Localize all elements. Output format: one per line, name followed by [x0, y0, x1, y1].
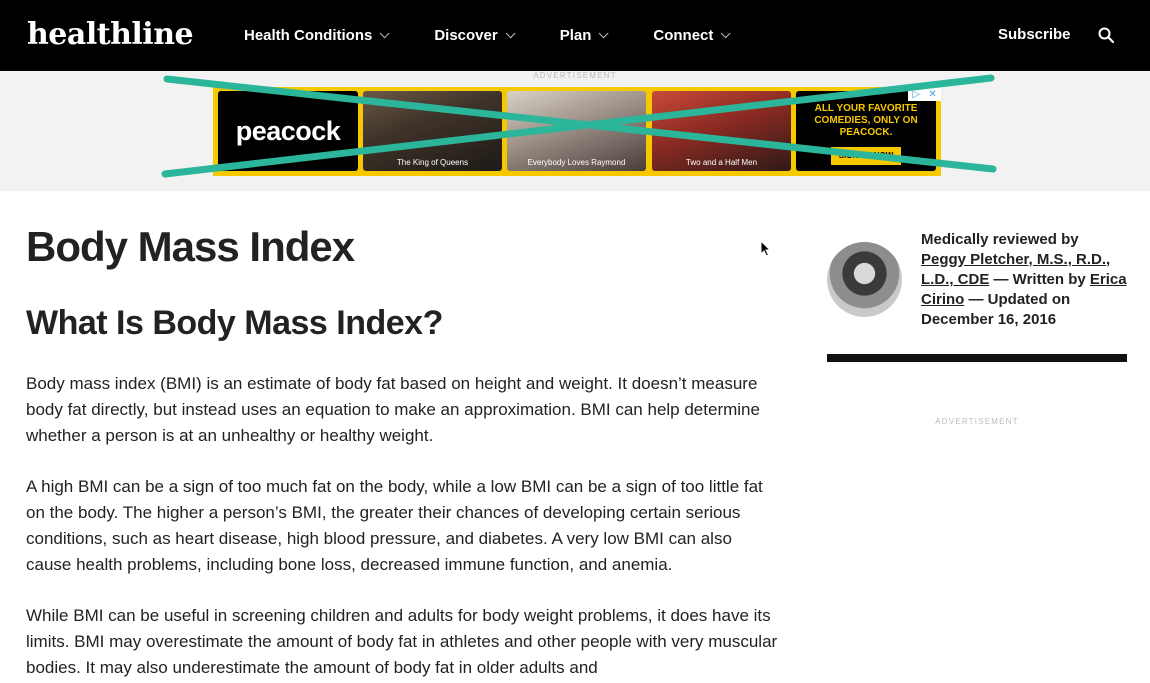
- article-paragraph: While BMI can be useful in screening chi…: [26, 606, 778, 677]
- healthline-logo[interactable]: healthline: [27, 16, 194, 54]
- subscribe-link[interactable]: Subscribe: [998, 26, 1071, 43]
- top-ad-band: ADVERTISEMENT peacock The King of Queens…: [0, 71, 1150, 191]
- article-paragraph: A high BMI can be a sign of too much fat…: [26, 477, 763, 574]
- mouse-cursor-icon: [760, 240, 772, 257]
- chevron-down-icon: [505, 28, 516, 39]
- nav-label: Plan: [559, 27, 592, 44]
- written-by-label: — Written by: [989, 271, 1090, 288]
- chevron-down-icon: [379, 28, 390, 39]
- nav-label: Connect: [653, 27, 714, 44]
- sidebar-ad-label: ADVERTISEMENT: [935, 417, 1019, 426]
- nav-health-conditions[interactable]: Health Conditions: [244, 27, 390, 44]
- main-nav: Health Conditions Discover Plan Connect: [244, 0, 775, 71]
- site-header: healthline Health Conditions Discover Pl…: [0, 0, 1150, 71]
- nav-plan[interactable]: Plan: [559, 27, 609, 44]
- reviewer-avatar: [827, 242, 902, 317]
- sidebar-divider: [827, 354, 1127, 362]
- chevron-down-icon: [599, 28, 609, 39]
- nav-connect[interactable]: Connect: [653, 27, 731, 44]
- section-heading: What Is Body Mass Index?: [26, 304, 443, 342]
- nav-label: Discover: [434, 27, 498, 44]
- page-title: Body Mass Index: [26, 223, 355, 270]
- article-paragraph: Body mass index (BMI) is an estimate of …: [26, 374, 760, 445]
- nav-discover[interactable]: Discover: [434, 27, 516, 44]
- reviewed-by-label: Medically reviewed by: [921, 231, 1079, 248]
- chevron-down-icon: [721, 28, 731, 39]
- nav-label: Health Conditions: [244, 27, 373, 44]
- ad-blocked-cross-icon: [161, 74, 997, 178]
- search-icon[interactable]: [1098, 27, 1114, 43]
- review-byline: Medically reviewed by Peggy Pletcher, M.…: [921, 230, 1133, 330]
